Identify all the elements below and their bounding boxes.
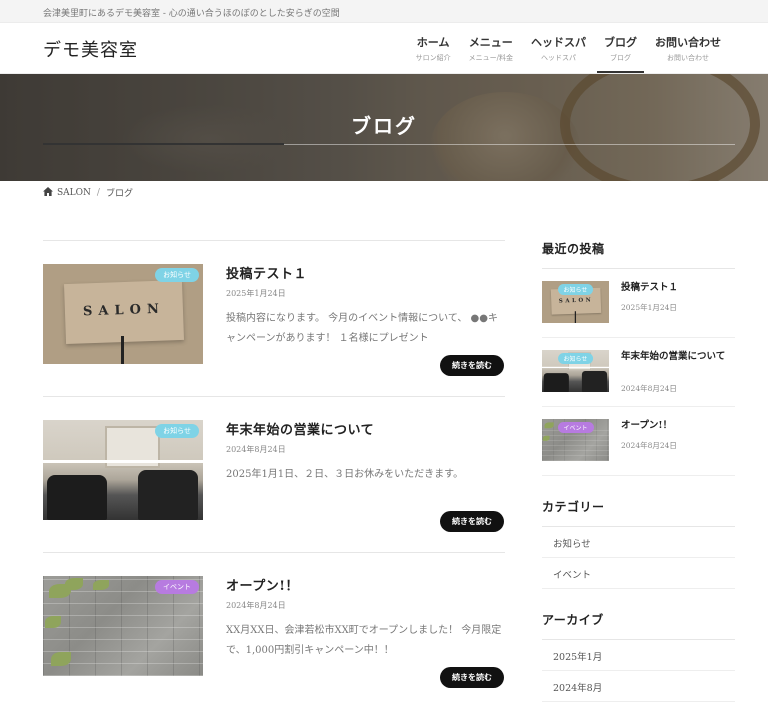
- nav-label: ホーム: [416, 36, 450, 49]
- sign-stick: [574, 311, 577, 323]
- post-excerpt: 投稿内容になります。 今月のイベント情報について、 ●●キャンペーンがあります！…: [226, 313, 499, 344]
- recent-post-item[interactable]: SALON お知らせ 投稿テスト１ 2025年1月24日: [542, 269, 735, 338]
- recent-post-date: 2024年8月24日: [621, 384, 677, 393]
- category-link[interactable]: イベント: [542, 558, 735, 589]
- post-thumbnail[interactable]: イベント: [43, 576, 203, 676]
- nav-sublabel: ヘッドスパ: [541, 54, 576, 62]
- category-link[interactable]: お知らせ: [542, 527, 735, 558]
- leaf-shape: [45, 616, 61, 628]
- nav-label: ヘッドスパ: [531, 36, 586, 49]
- recent-post-title[interactable]: 投稿テスト１: [621, 281, 733, 295]
- post-date: 2024年8月24日: [226, 601, 286, 610]
- hero-divider-accent: [43, 143, 284, 145]
- sign-text-graphic: SALON: [82, 301, 166, 320]
- archive-link[interactable]: 2024年8月: [542, 671, 735, 702]
- main-nav: ホーム サロン紹介 メニュー メニュー/料金 ヘッドスパ ヘッドスパ ブログ ブ…: [407, 34, 730, 74]
- nav-label: ブログ: [604, 36, 637, 49]
- sign-stick: [121, 336, 124, 364]
- nav-sublabel: ブログ: [610, 54, 631, 62]
- leaf-shape: [93, 580, 109, 590]
- sign-text-graphic: SALON: [558, 296, 594, 305]
- nav-sublabel: お問い合わせ: [667, 54, 709, 62]
- recent-post-thumbnail[interactable]: SALON お知らせ: [542, 281, 609, 324]
- post-title[interactable]: オープン!！: [226, 575, 299, 594]
- recent-post-thumbnail[interactable]: イベント: [542, 419, 609, 462]
- leaf-shape: [544, 422, 554, 429]
- recent-post-title[interactable]: オープン!！: [621, 419, 733, 433]
- breadcrumb: SALON / ブログ: [43, 186, 133, 199]
- breadcrumb-current: ブログ: [105, 189, 133, 199]
- leaf-shape: [65, 578, 83, 590]
- breadcrumb-separator: /: [96, 187, 100, 198]
- archive-heading: アーカイブ: [542, 611, 735, 640]
- recent-post-date: 2024年8月24日: [621, 441, 677, 450]
- sign-card: SALON: [63, 279, 185, 345]
- archive-link[interactable]: 2025年1月: [542, 640, 735, 671]
- leaf-shape: [542, 435, 550, 441]
- nav-item-contact[interactable]: お問い合わせ お問い合わせ: [646, 34, 730, 74]
- page-title: ブログ: [351, 114, 417, 138]
- leaf-shape: [51, 652, 71, 666]
- recent-post-title[interactable]: 年末年始の営業について: [621, 350, 733, 364]
- category-badge: お知らせ: [557, 284, 594, 295]
- recent-post-thumbnail[interactable]: お知らせ: [542, 350, 609, 393]
- recent-post-item[interactable]: イベント オープン!！ 2024年8月24日: [542, 407, 735, 476]
- post-excerpt: XX月XX日、会津若松市XX町でオープンしました！ 今月限定で、1,000円割引…: [226, 625, 502, 656]
- nav-item-menu[interactable]: メニュー メニュー/料金: [460, 34, 522, 74]
- category-badge[interactable]: イベント: [155, 580, 199, 594]
- recent-posts-heading: 最近の投稿: [542, 240, 735, 269]
- chair-shape: [581, 371, 608, 392]
- nav-label: メニュー: [468, 36, 513, 49]
- nav-sublabel: メニュー/料金: [468, 54, 513, 62]
- chair-shape: [138, 470, 198, 520]
- breadcrumb-home-link[interactable]: SALON: [57, 188, 91, 198]
- post-thumbnail[interactable]: SALON お知らせ: [43, 264, 203, 364]
- post-excerpt: 2025年1月1日、２日、３日お休みをいただきます。: [226, 469, 464, 480]
- post-title[interactable]: 投稿テスト１: [226, 263, 307, 282]
- nav-item-blog[interactable]: ブログ ブログ: [595, 34, 646, 74]
- read-more-button[interactable]: 続きを読む: [440, 511, 504, 532]
- category-heading: カテゴリー: [542, 498, 735, 527]
- nav-item-home[interactable]: ホーム サロン紹介: [407, 34, 460, 74]
- category-badge: イベント: [557, 422, 594, 433]
- post-card: SALON お知らせ 投稿テスト１ 2025年1月24日 投稿内容になります。 …: [43, 240, 505, 396]
- topbar-tagline: 会津美里町にあるデモ美容室 - 心の通い合うほのぼのとした安らぎの空間: [0, 0, 768, 23]
- post-title[interactable]: 年末年始の営業について: [226, 419, 374, 438]
- chair-shape: [47, 475, 107, 520]
- recent-post-date: 2025年1月24日: [621, 303, 677, 312]
- read-more-button[interactable]: 続きを読む: [440, 667, 504, 688]
- shelf-shape: [542, 366, 609, 369]
- category-badge[interactable]: お知らせ: [155, 268, 199, 282]
- site-logo[interactable]: デモ美容室: [43, 36, 138, 62]
- post-list: SALON お知らせ 投稿テスト１ 2025年1月24日 投稿内容になります。 …: [43, 240, 505, 708]
- post-date: 2024年8月24日: [226, 445, 286, 454]
- post-card: イベント オープン!！ 2024年8月24日 XX月XX日、会津若松市XX町でオ…: [43, 552, 505, 708]
- recent-post-item[interactable]: お知らせ 年末年始の営業について 2024年8月24日: [542, 338, 735, 407]
- shelf-shape: [43, 460, 203, 463]
- post-thumbnail[interactable]: お知らせ: [43, 420, 203, 520]
- nav-label: お問い合わせ: [655, 36, 721, 49]
- category-badge: お知らせ: [557, 353, 594, 364]
- sidebar: 最近の投稿 SALON お知らせ 投稿テスト１ 2025年1月24日 お知らせ …: [542, 240, 735, 702]
- page-hero: ブログ: [0, 74, 768, 181]
- home-icon: [43, 186, 53, 199]
- post-card: お知らせ 年末年始の営業について 2024年8月24日 2025年1月1日、２日…: [43, 396, 505, 552]
- read-more-button[interactable]: 続きを読む: [440, 355, 504, 376]
- post-date: 2025年1月24日: [226, 289, 286, 298]
- nav-sublabel: サロン紹介: [415, 54, 451, 62]
- category-badge[interactable]: お知らせ: [155, 424, 199, 438]
- chair-shape: [543, 373, 569, 392]
- nav-item-headspa[interactable]: ヘッドスパ ヘッドスパ: [522, 34, 595, 74]
- site-header: デモ美容室 ホーム サロン紹介 メニュー メニュー/料金 ヘッドスパ ヘッドスパ…: [0, 23, 768, 74]
